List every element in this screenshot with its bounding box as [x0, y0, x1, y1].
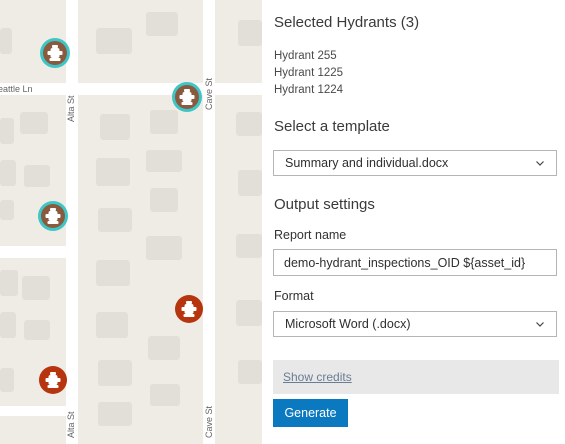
template-select-value: Summary and individual.docx — [285, 156, 449, 170]
format-label: Format — [274, 289, 314, 303]
street-label-seattle: eattle Ln — [0, 84, 33, 94]
template-select[interactable]: Summary and individual.docx — [273, 150, 557, 176]
hydrant-marker-selected[interactable] — [38, 201, 68, 231]
map-canvas[interactable]: eattle Ln Alta St Cave St Alta St Cave S… — [0, 0, 262, 444]
credits-bar: Show credits — [273, 360, 559, 394]
hydrant-marker-selected[interactable] — [172, 82, 202, 112]
report-name-value: demo-hydrant_inspections_OID ${asset_id} — [284, 256, 526, 270]
street-label-alta-2: Alta St — [66, 411, 76, 438]
list-item: Hydrant 1224 — [274, 84, 344, 96]
map[interactable]: eattle Ln Alta St Cave St Alta St Cave S… — [0, 0, 262, 444]
report-name-label: Report name — [274, 228, 347, 242]
hydrant-marker[interactable] — [175, 295, 203, 323]
format-select[interactable]: Microsoft Word (.docx) — [273, 311, 557, 337]
output-settings-heading: Output settings — [274, 196, 375, 213]
hydrant-marker[interactable] — [39, 366, 67, 394]
report-name-input[interactable]: demo-hydrant_inspections_OID ${asset_id} — [273, 249, 557, 276]
street-minor-2 — [0, 406, 66, 416]
street-label-cave-2: Cave St — [204, 405, 214, 438]
panel-title: Selected Hydrants (3) — [274, 14, 420, 31]
report-panel: Selected Hydrants (3) Hydrant 255 Hydran… — [262, 0, 565, 444]
street-cave-st — [203, 0, 215, 444]
list-item: Hydrant 255 — [274, 50, 337, 62]
chevron-down-icon — [536, 322, 544, 327]
street-alta-st — [66, 0, 78, 444]
street-seattle-ln — [0, 83, 262, 95]
street-label-cave-1: Cave St — [204, 77, 214, 110]
generate-button[interactable]: Generate — [273, 399, 348, 427]
street-minor — [0, 246, 66, 258]
show-credits-link[interactable]: Show credits — [283, 370, 352, 384]
format-select-value: Microsoft Word (.docx) — [285, 317, 411, 331]
list-item: Hydrant 1225 — [274, 67, 344, 79]
hydrant-marker-selected[interactable] — [40, 38, 70, 68]
street-label-alta-1: Alta St — [66, 95, 76, 122]
template-heading: Select a template — [274, 118, 390, 135]
selected-hydrants-list: Hydrant 255 Hydrant 1225 Hydrant 1224 — [274, 48, 343, 99]
chevron-down-icon — [536, 161, 544, 166]
